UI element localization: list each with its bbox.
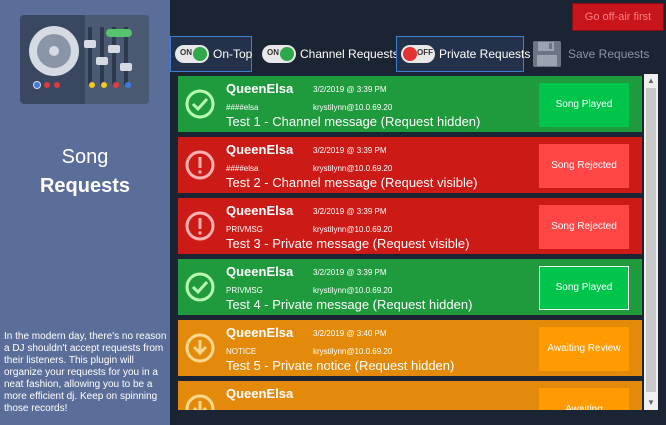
toggle-state: ON (267, 48, 279, 57)
private-requests-toggle[interactable]: OFF Private Requests (396, 36, 530, 72)
channel-requests-toggle[interactable]: ON Channel Requests (258, 36, 399, 72)
request-card[interactable]: QueenElsa 3/2/2019 @ 3:40 PM NOTICE krystil… (178, 320, 642, 376)
check-circle-icon (184, 271, 216, 303)
request-time: 3/2/2019 @ 3:40 PM (313, 329, 387, 338)
requester-address: krystilynn@10.0.69.20 (313, 103, 393, 112)
toggle-switch[interactable]: OFF (401, 45, 435, 63)
toolbar: ON On-Top ON Channel Requests OFF Privat… (170, 36, 666, 72)
app-description: In the modern day, there's no reason a D… (4, 331, 167, 414)
status-button[interactable]: Song Rejected (539, 205, 629, 249)
request-source: PRIVMSG (226, 225, 263, 234)
requester-name: QueenElsa (226, 81, 294, 96)
request-card[interactable]: QueenElsa 3/2/2019 @ 3:39 PM PRIVMSG krysti… (178, 259, 642, 315)
requester-address: krystilynn@10.0.69.20 (313, 347, 393, 356)
request-source: ####elsa (226, 103, 259, 112)
on-top-toggle[interactable]: ON On-Top (170, 36, 252, 72)
status-button[interactable]: Song Played (539, 266, 629, 310)
status-button[interactable]: Song Played (539, 83, 629, 127)
check-circle-icon (184, 88, 216, 120)
request-message: Test 3 - Private message (Request visibl… (226, 236, 470, 251)
request-card[interactable]: QueenElsa 3/2/2019 @ 3:39 PM PRIVMSG krysti… (178, 198, 642, 254)
request-source: PRIVMSG (226, 286, 263, 295)
requester-name: QueenElsa (226, 264, 294, 279)
main-panel: Go off-air first ON On-Top ON Channel Re… (170, 0, 666, 425)
exclamation-circle-icon (184, 149, 216, 181)
request-message: Test 2 - Channel message (Request visibl… (226, 175, 478, 190)
app-title: Song Requests (0, 143, 170, 201)
channel-requests-label: Channel Requests (300, 47, 399, 61)
toggle-state: ON (180, 48, 192, 57)
sidebar: Song Requests In the modern day, there's… (0, 0, 170, 425)
request-card[interactable]: QueenElsa 3/2/2019 @ 3:39 PM ####elsa kryst… (178, 137, 642, 193)
request-message: Test 1 - Channel message (Request hidden… (226, 114, 481, 129)
scroll-up-arrow-icon[interactable]: ▲ (646, 76, 656, 86)
toggle-switch[interactable]: ON (262, 45, 296, 63)
arrow-down-circle-icon (184, 332, 216, 364)
request-time: 3/2/2019 @ 3:39 PM (313, 85, 387, 94)
requester-name: QueenElsa (226, 203, 294, 218)
request-time: 3/2/2019 @ 3:39 PM (313, 207, 387, 216)
requester-address: krystilynn@10.0.69.20 (313, 286, 393, 295)
request-source: ####elsa (226, 164, 259, 173)
request-time: 3/2/2019 @ 3:39 PM (313, 146, 387, 155)
status-button[interactable]: Song Rejected (539, 144, 629, 188)
request-card[interactable]: QueenElsa 3/2/2019 @ 3:39 PM ####elsa kryst… (178, 76, 642, 132)
toggle-state: OFF (417, 48, 433, 57)
save-requests-label: Save Requests (568, 47, 650, 61)
status-button[interactable]: Awaiting (539, 388, 629, 410)
request-message: Test 4 - Private message (Request hidden… (226, 297, 473, 312)
requester-name: QueenElsa (226, 325, 294, 340)
floppy-disk-icon (533, 41, 561, 67)
requester-name: QueenElsa (226, 386, 294, 401)
request-list[interactable]: QueenElsa 3/2/2019 @ 3:39 PM ####elsa kryst… (178, 74, 642, 410)
requester-name: QueenElsa (226, 142, 294, 157)
request-source: NOTICE (226, 347, 257, 356)
status-button[interactable]: Awaiting Review (539, 327, 629, 371)
request-card[interactable]: QueenElsa Awaiting (178, 381, 642, 410)
private-requests-label: Private Requests (439, 47, 531, 61)
request-message: Test 5 - Private notice (Request hidden) (226, 358, 455, 373)
requester-address: krystilynn@10.0.69.20 (313, 164, 393, 173)
request-time: 3/2/2019 @ 3:39 PM (313, 268, 387, 277)
requester-address: krystilynn@10.0.69.20 (313, 225, 393, 234)
save-requests-button[interactable]: Save Requests (528, 36, 664, 72)
scrollbar-thumb[interactable] (646, 88, 656, 392)
exclamation-circle-icon (184, 210, 216, 242)
dj-mixer-logo (20, 15, 149, 104)
scroll-down-arrow-icon[interactable]: ▼ (646, 398, 656, 408)
title-line-1: Song (61, 146, 109, 168)
scrollbar[interactable]: ▲ ▼ (644, 74, 658, 410)
on-top-label: On-Top (213, 47, 253, 61)
toggle-switch[interactable]: ON (175, 45, 209, 63)
go-off-air-button[interactable]: Go off-air first (572, 3, 664, 31)
title-line-2: Requests (39, 175, 131, 197)
arrow-down-circle-icon (184, 393, 216, 410)
